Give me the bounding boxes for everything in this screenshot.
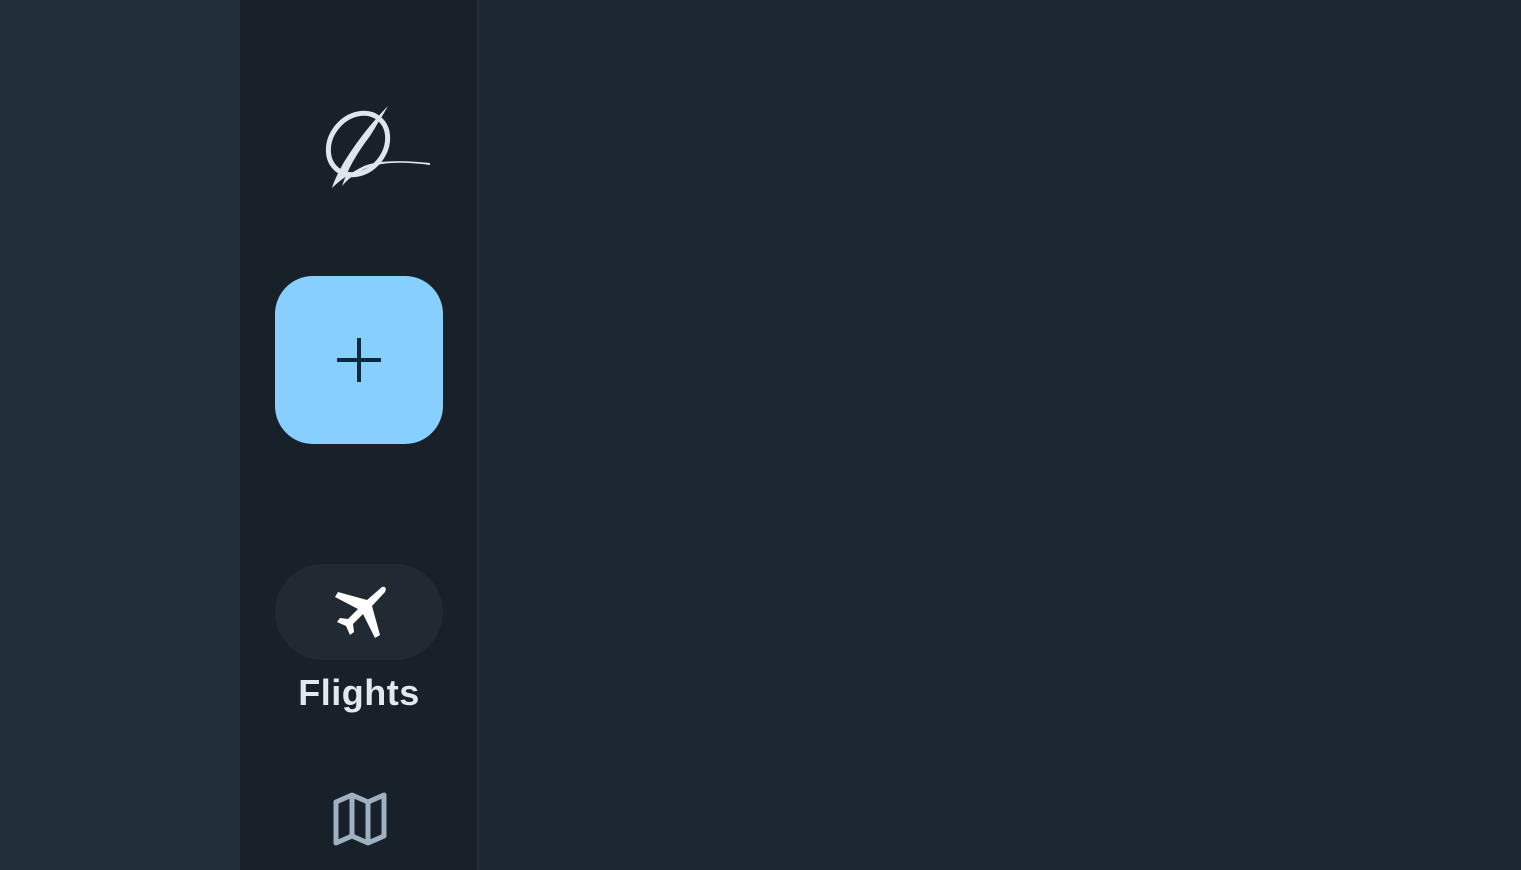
nav-item-indicator (275, 770, 443, 866)
nav-item-label: Flights (298, 672, 420, 713)
main-content-area (479, 0, 1521, 870)
nav-item-indicator (275, 564, 443, 660)
boeing-logo-icon (324, 100, 434, 195)
nav-item-flights[interactable]: Flights (275, 564, 443, 724)
nav-item-map[interactable] (275, 770, 443, 870)
add-button[interactable] (275, 276, 443, 444)
left-gutter (0, 0, 240, 870)
